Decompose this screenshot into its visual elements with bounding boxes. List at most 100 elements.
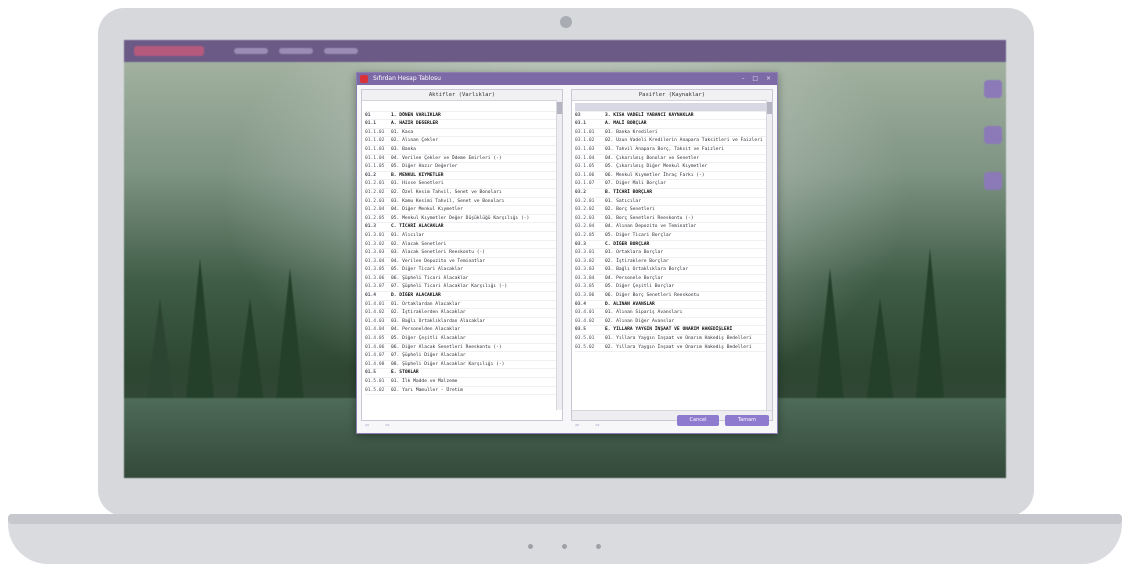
account-row[interactable]: 03.5.02 02. Yıllara Yaygın İnşaat ve Onar…: [575, 344, 766, 353]
account-label: 02. İştiraklerden Alacaklar: [391, 310, 466, 316]
account-row[interactable]: 01.3.02 02. Alacak Senetleri: [365, 241, 556, 250]
account-row[interactable]: 01.3.04 04. Verilen Depozito ve Teminatla…: [365, 258, 556, 267]
account-row[interactable]: 03.2.05 05. Diğer Ticari Borçlar: [575, 232, 766, 241]
account-row[interactable]: 03.3.01 01. Ortaklara Borçlar: [575, 249, 766, 258]
account-row[interactable]: 03.3.06 06. Diğer Borç Senetleri Reeskont…: [575, 292, 766, 301]
account-row[interactable]: 03.2 B. TİCARİ BORÇLAR: [575, 189, 766, 198]
account-row[interactable]: [365, 103, 556, 112]
account-row[interactable]: 03.2.01 01. Satıcılar: [575, 198, 766, 207]
account-label: 03. Tahvil Anapara Borç, Taksit ve Faizl…: [605, 146, 724, 152]
account-row[interactable]: 03.3.05 05. Diğer Çeşitli Borçlar: [575, 283, 766, 293]
ok-button[interactable]: Tamam: [725, 415, 769, 426]
indicator-dot: [528, 544, 533, 549]
account-row[interactable]: 01.5.01 01. İlk Madde ve Malzeme: [365, 378, 556, 387]
account-row[interactable]: 03.1.03 03. Tahvil Anapara Borç, Taksit v…: [575, 146, 766, 155]
account-row[interactable]: 03.1.07 07. Diğer Mali Borçlar: [575, 180, 766, 189]
account-row[interactable]: 03.3.02 02. İştiraklere Borçlar: [575, 258, 766, 267]
account-row[interactable]: 01.1.01 01. Kasa: [365, 129, 556, 138]
account-row[interactable]: 03.1 A. MALİ BORÇLAR: [575, 120, 766, 129]
account-row[interactable]: 01.4 D. DİĞER ALACAKLAR: [365, 292, 556, 301]
account-label: 01. Satıcılar: [605, 198, 641, 204]
account-row[interactable]: 01.2.03 03. Kamu Kesimi Tahvil, Senet ve …: [365, 198, 556, 207]
account-row[interactable]: 03.2.04 04. Alınan Depozito ve Teminatlar: [575, 223, 766, 232]
window-controls[interactable]: – □ ×: [741, 73, 774, 85]
account-row[interactable]: 03.3.03 03. Bağlı Ortaklıklara Borçlar: [575, 266, 766, 275]
account-row[interactable]: 01.3.03 03. Alacak Senetleri Reeskontu (-…: [365, 249, 556, 258]
cancel-button[interactable]: Cancel: [677, 415, 719, 426]
account-code: 01.1.04: [365, 155, 385, 161]
account-row[interactable]: 01.1.04 04. Verilen Çekler ve Ödeme Emirl…: [365, 155, 556, 164]
account-row[interactable]: 03.1.04 04. Çıkarılmış Bonolar ve Senetle…: [575, 155, 766, 164]
account-row[interactable]: 01.1 A. HAZIR DEĞERLER: [365, 120, 556, 129]
side-action-button[interactable]: [984, 126, 1002, 144]
account-row[interactable]: 01.3 C. TİCARİ ALACAKLAR: [365, 223, 556, 232]
account-code: 01.3.01: [365, 232, 385, 238]
account-code: 01.1.05: [365, 164, 385, 170]
vertical-scrollbar[interactable]: [556, 100, 562, 410]
account-row[interactable]: 01.4.02 02. İştiraklerden Alacaklar: [365, 309, 556, 318]
account-row[interactable]: 01.2 B. MENKUL KIYMETLER: [365, 172, 556, 181]
left-nav-arrows[interactable]: ⇦ ⇨: [365, 421, 396, 429]
account-row[interactable]: 03.1.06 06. Menkul Kıymetler İhraç Farkı …: [575, 172, 766, 181]
menu-item-blurred[interactable]: [234, 48, 268, 54]
assets-panel-header: Aktifler (Varlıklar): [362, 90, 562, 101]
account-row[interactable]: 01.4.08 08. Şüpheli Diğer Alacaklar Karşı…: [365, 361, 556, 370]
account-row[interactable]: 03.4.02 02. Alınan Diğer Avanslar: [575, 318, 766, 327]
menu-item-blurred[interactable]: [324, 48, 358, 54]
right-nav-arrows[interactable]: ⇦ ⇨: [575, 421, 606, 429]
account-row[interactable]: 01.4.05 05. Diğer Çeşitli Alacaklar: [365, 335, 556, 344]
account-row[interactable]: 01.3.05 05. Diğer Ticari Alacaklar: [365, 266, 556, 275]
account-label: B. TİCARİ BORÇLAR: [605, 189, 653, 195]
account-row[interactable]: 01.1.02 02. Alınan Çekler: [365, 137, 556, 146]
account-row[interactable]: 01.3.01 01. Alıcılar: [365, 232, 556, 241]
account-row[interactable]: 01.2.05 05. Menkul Kıymetler Değer Düşükl…: [365, 215, 556, 224]
account-row[interactable]: 03.1.02 02. Uzun Vadeli Kredilerin Anapar…: [575, 137, 766, 146]
account-label: 04. Verilen Depozito ve Teminatlar: [391, 258, 486, 264]
account-row[interactable]: 03.2.03 03. Borç Senetleri Reeskontu (-): [575, 215, 766, 224]
account-row[interactable]: 01.4.06 06. Diğer Alacak Senetleri Reesko…: [365, 344, 556, 353]
account-label: 02. Borç Senetleri: [605, 207, 655, 213]
account-row[interactable]: 03.4.01 01. Alınan Sipariş Avansları: [575, 309, 766, 318]
account-row[interactable]: 01.2.01 01. Hisse Senetleri: [365, 180, 556, 189]
menu-item-blurred[interactable]: [279, 48, 313, 54]
account-row[interactable]: 01.1.03 03. Banka: [365, 146, 556, 155]
scroll-thumb[interactable]: [767, 102, 772, 114]
side-action-button[interactable]: [984, 80, 1002, 98]
vertical-scrollbar[interactable]: [766, 100, 772, 410]
account-row[interactable]: 03.3.04 04. Personele Borçlar: [575, 275, 766, 284]
account-row[interactable]: [575, 103, 766, 112]
account-row[interactable]: 01 1. DÖNEN VARLIKLAR: [365, 112, 556, 121]
liabilities-panel-header: Pasifler (Kaynaklar): [572, 90, 772, 101]
account-row[interactable]: 03.1.01 01. Banka Kredileri: [575, 129, 766, 138]
account-row[interactable]: 03.5.01 01. Yıllara Yaygın İnşaat ve Onar…: [575, 335, 766, 344]
account-code: 01.3.03: [365, 250, 385, 256]
account-code: 03.5.02: [575, 344, 595, 350]
account-row[interactable]: 01.1.05 05. Diğer Hazır Değerler: [365, 163, 556, 172]
account-row[interactable]: 01.2.02 02. Özel Kesim Tahvil, Senet ve B…: [365, 189, 556, 198]
account-row[interactable]: 01.4.03 03. Bağlı Ortaklıklardan Alacakla…: [365, 318, 556, 327]
account-row[interactable]: 03 3. KISA VADELİ YABANCI KAYNAKLAR: [575, 112, 766, 121]
liabilities-list: 03 3. KISA VADELİ YABANCI KAYNAKLAR 03.1 A.…: [572, 101, 772, 353]
account-row[interactable]: 01.5 E. STOKLAR: [365, 369, 556, 378]
account-code: 03.3.06: [575, 293, 595, 299]
account-code: 03.2.05: [575, 232, 595, 238]
account-row[interactable]: 03.4 D. ALINAN AVANSLAR: [575, 301, 766, 310]
account-row[interactable]: 01.3.06 06. Şüpheli Ticari Alacaklar: [365, 275, 556, 284]
dialog-titlebar[interactable]: Sıfırdan Hesap Tablosu – □ ×: [357, 73, 777, 85]
account-row[interactable]: 01.3.07 07. Şüpheli Ticari Alacaklar Karş…: [365, 283, 556, 293]
account-row[interactable]: 01.4.07 07. Şüpheli Diğer Alacaklar: [365, 352, 556, 361]
account-code: 01.2: [365, 172, 377, 178]
account-row[interactable]: 01.4.04 04. Personelden Alacaklar: [365, 326, 556, 336]
assets-panel: Aktifler (Varlıklar) 01 1. DÖNEN VARLIKLA…: [361, 89, 563, 421]
account-code: 01.3.02: [365, 241, 385, 247]
account-row[interactable]: 01.2.04 04. Diğer Menkul Kıymetler: [365, 206, 556, 215]
account-code: 03.2.02: [575, 207, 595, 213]
account-row[interactable]: 03.5 E. YILLARA YAYGIN İNŞAAT VE ONARIM H…: [575, 326, 766, 336]
account-row[interactable]: 03.3 C. DİĞER BORÇLAR: [575, 241, 766, 250]
account-row[interactable]: 03.2.02 02. Borç Senetleri: [575, 206, 766, 215]
account-row[interactable]: 01.4.01 01. Ortaklardan Alacaklar: [365, 301, 556, 310]
account-row[interactable]: 03.1.05 05. Çıkarılmış Diğer Menkul Kıyme…: [575, 163, 766, 172]
side-action-button[interactable]: [984, 172, 1002, 190]
scroll-thumb[interactable]: [557, 102, 562, 114]
account-row[interactable]: 01.5.02 02. Yarı Mamuller - Üretim: [365, 387, 556, 396]
